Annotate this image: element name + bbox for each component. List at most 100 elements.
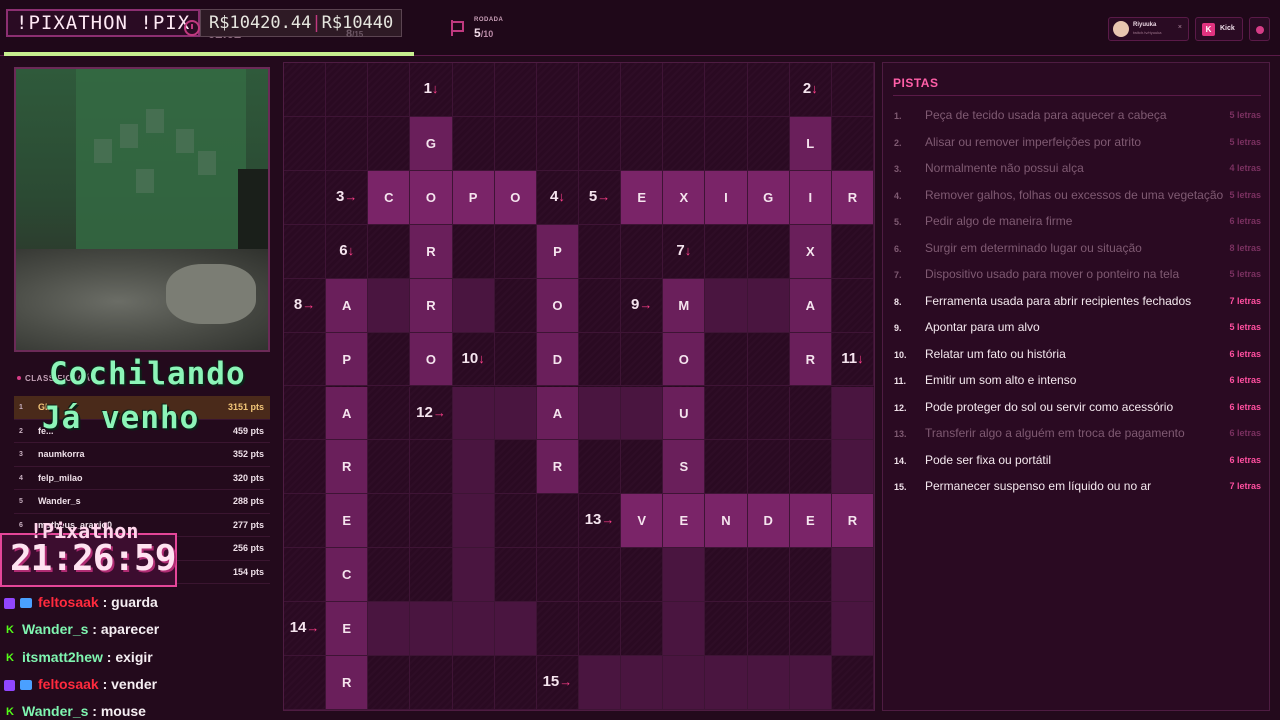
letter-cell[interactable]: P: [536, 224, 579, 279]
letter-cell[interactable]: A: [326, 278, 369, 333]
letter-cell[interactable]: I: [705, 170, 748, 225]
answer-cell[interactable]: [831, 386, 874, 441]
clue-number-value: 12: [416, 403, 433, 421]
answer-cell[interactable]: [705, 656, 748, 710]
clue-item[interactable]: 13. Transferir algo a alguém em troca de …: [893, 421, 1263, 448]
grid-cell-empty: [705, 116, 748, 171]
letter-cell[interactable]: G: [747, 170, 790, 225]
answer-cell[interactable]: [663, 602, 706, 657]
letter-cell[interactable]: N: [705, 494, 748, 549]
clue-number: 14→: [284, 619, 325, 636]
clue-item[interactable]: 12. Pode proteger do sol ou servir como a…: [893, 395, 1263, 422]
answer-cell[interactable]: [663, 656, 706, 710]
letter-cell[interactable]: X: [663, 170, 706, 225]
letter-cell[interactable]: E: [663, 494, 706, 549]
crossword-grid[interactable]: 1↓ 2↓ G L 3→ C O P O 4↓ 5→ E X I G I R 6↓ R P 7↓ X 8→ A R O 9→ M A P O…: [283, 62, 875, 711]
answer-cell[interactable]: [452, 494, 495, 549]
answer-cell[interactable]: [831, 440, 874, 495]
grid-cell-empty: [284, 656, 327, 710]
grid-cell-empty: [284, 548, 327, 603]
letter-cell[interactable]: R: [326, 440, 369, 495]
clue-item[interactable]: 5. Pedir algo de maneira firme 6 letras: [893, 209, 1263, 236]
clue-item[interactable]: 8. Ferramenta usada para abrir recipiente…: [893, 289, 1263, 316]
letter-cell[interactable]: P: [326, 332, 369, 387]
clue-item[interactable]: 4. Remover galhos, folhas ou excessos de …: [893, 183, 1263, 210]
answer-cell[interactable]: [621, 656, 664, 710]
letter-cell[interactable]: R: [831, 494, 874, 549]
letter-cell[interactable]: M: [663, 278, 706, 333]
power-button[interactable]: [1249, 17, 1270, 41]
answer-cell[interactable]: [831, 548, 874, 603]
status-text-secondary: Já venho: [42, 400, 200, 436]
letter-cell[interactable]: E: [621, 170, 664, 225]
answer-cell[interactable]: [452, 548, 495, 603]
clue-item[interactable]: 7. Dispositivo usado para mover o ponteir…: [893, 262, 1263, 289]
clue-item[interactable]: 14. Pode ser fixa ou portátil 6 letras: [893, 448, 1263, 475]
letter-cell[interactable]: O: [494, 170, 537, 225]
letter-cell[interactable]: X: [789, 224, 832, 279]
letter-cell[interactable]: R: [831, 170, 874, 225]
letter-cell[interactable]: R: [410, 278, 453, 333]
letter-cell[interactable]: U: [663, 386, 706, 441]
clue-item[interactable]: 3. Normalmente não possui alça 4 letras: [893, 156, 1263, 183]
direction-arrow-icon: ↓: [558, 188, 565, 204]
letter-cell[interactable]: G: [410, 116, 453, 171]
letter-cell[interactable]: D: [536, 332, 579, 387]
answer-cell[interactable]: [747, 656, 790, 710]
letter-cell[interactable]: V: [621, 494, 664, 549]
letter-cell[interactable]: A: [789, 278, 832, 333]
answer-cell[interactable]: [410, 602, 453, 657]
answer-cell[interactable]: [579, 656, 622, 710]
grid-cell-empty: [368, 116, 411, 171]
answer-cell[interactable]: [663, 548, 706, 603]
kick-button[interactable]: K Kick: [1195, 17, 1243, 41]
letter-cell[interactable]: C: [368, 170, 411, 225]
answer-cell[interactable]: [494, 602, 537, 657]
cell-letter: E: [679, 513, 689, 529]
answer-cell[interactable]: [831, 602, 874, 657]
answer-cell[interactable]: [789, 656, 832, 710]
letter-cell[interactable]: R: [326, 656, 369, 710]
clue-number: 9→: [621, 296, 662, 313]
user-chip[interactable]: Riyuuka twitch.tv/riyuuka ×: [1108, 17, 1189, 41]
letter-cell[interactable]: C: [326, 548, 369, 603]
close-icon[interactable]: ×: [1178, 24, 1182, 31]
answer-cell[interactable]: [452, 602, 495, 657]
answer-cell[interactable]: [452, 440, 495, 495]
clue-item[interactable]: 2. Alisar ou remover imperfeições por atr…: [893, 130, 1263, 157]
letter-cell[interactable]: O: [663, 332, 706, 387]
clue-item[interactable]: 11. Emitir um som alto e intenso 6 letras: [893, 368, 1263, 395]
letter-cell[interactable]: A: [326, 386, 369, 441]
letter-cell[interactable]: S: [663, 440, 706, 495]
answer-cell[interactable]: [368, 602, 411, 657]
clue-item[interactable]: 9. Apontar para um alvo 5 letras: [893, 315, 1263, 342]
letter-cell[interactable]: O: [410, 170, 453, 225]
answer-cell[interactable]: [747, 278, 790, 333]
letter-cell[interactable]: A: [536, 386, 579, 441]
letter-cell[interactable]: E: [326, 602, 369, 657]
answer-cell[interactable]: [494, 386, 537, 441]
answer-cell[interactable]: [621, 386, 664, 441]
letter-cell[interactable]: L: [789, 116, 832, 171]
answer-cell[interactable]: [452, 386, 495, 441]
kick-icon: K: [1202, 23, 1215, 36]
clue-item[interactable]: 15. Permanecer suspenso em líquido ou no …: [893, 474, 1263, 501]
answer-cell[interactable]: [452, 278, 495, 333]
letter-cell[interactable]: D: [747, 494, 790, 549]
clue-item[interactable]: 1. Peça de tecido usada para aquecer a ca…: [893, 103, 1263, 130]
letter-cell[interactable]: E: [326, 494, 369, 549]
letter-cell[interactable]: R: [410, 224, 453, 279]
clue-item[interactable]: 6. Surgir em determinado lugar ou situaçã…: [893, 236, 1263, 263]
answer-cell[interactable]: [705, 278, 748, 333]
answer-cell[interactable]: [368, 278, 411, 333]
letter-cell[interactable]: R: [536, 440, 579, 495]
letter-cell[interactable]: I: [789, 170, 832, 225]
clue-item[interactable]: 10. Relatar um fato ou história 6 letras: [893, 342, 1263, 369]
letter-cell[interactable]: R: [789, 332, 832, 387]
letter-cell[interactable]: O: [410, 332, 453, 387]
letter-cell[interactable]: E: [789, 494, 832, 549]
letter-cell[interactable]: P: [452, 170, 495, 225]
answer-cell[interactable]: [579, 386, 622, 441]
letter-cell[interactable]: O: [536, 278, 579, 333]
chat-message: feltosaak : guarda: [4, 590, 274, 617]
